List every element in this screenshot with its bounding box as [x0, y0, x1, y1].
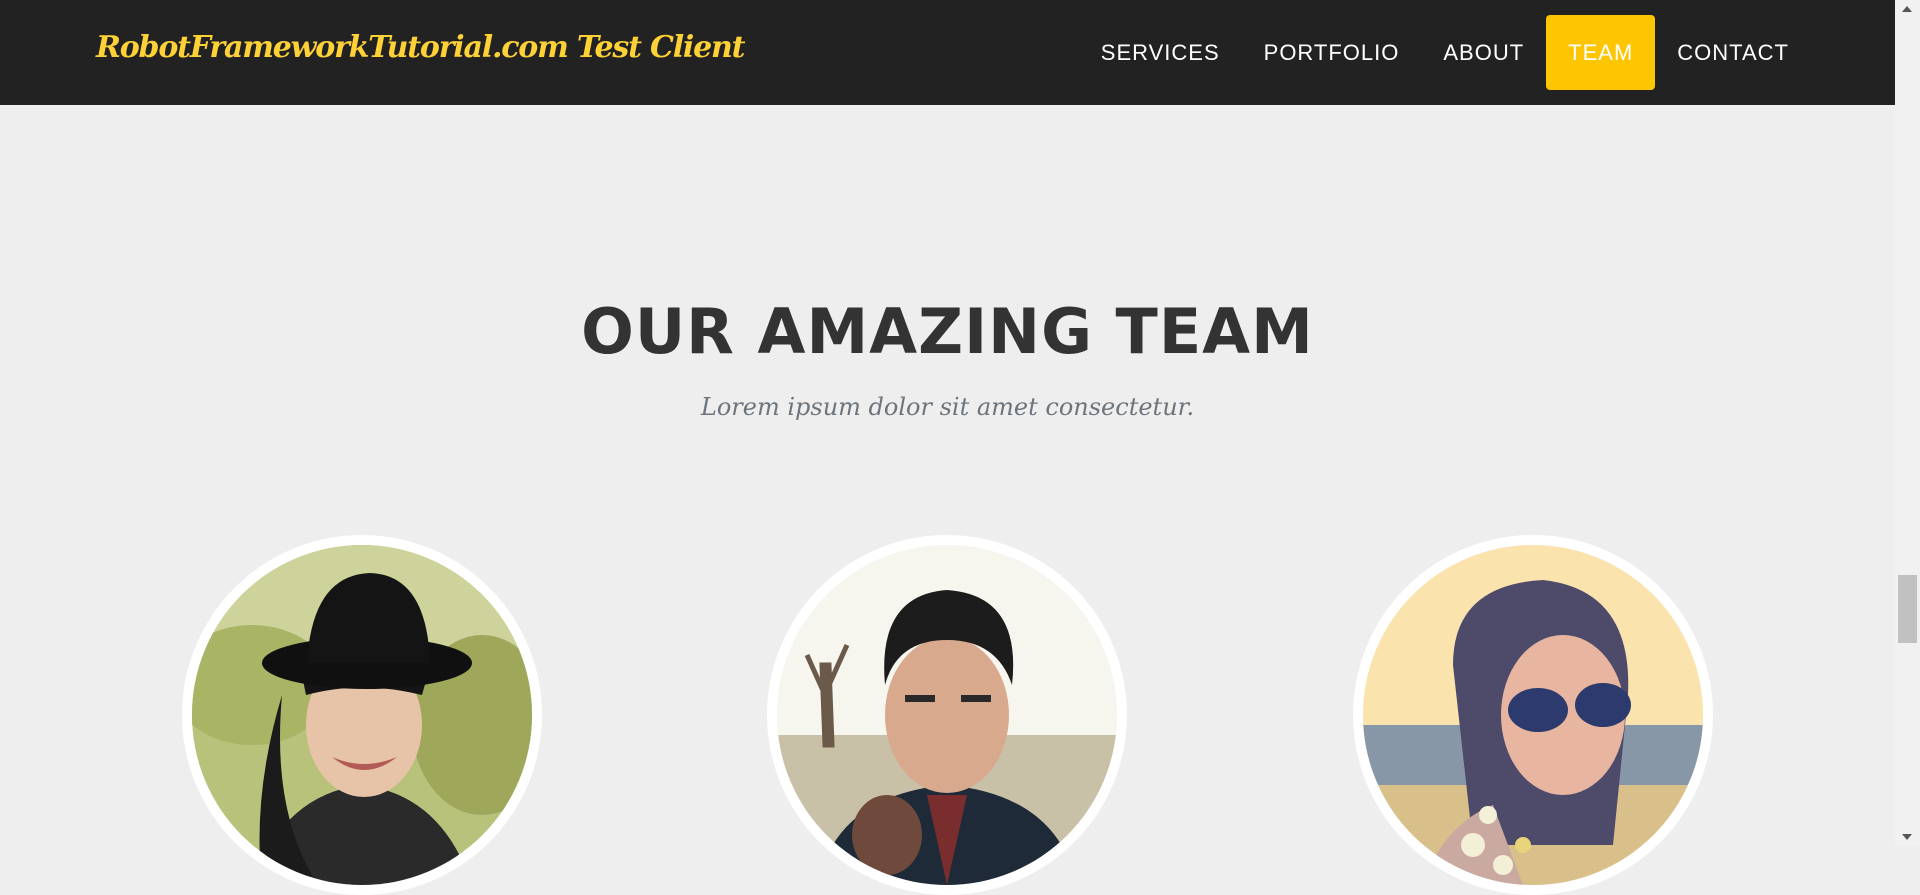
nav-item-services[interactable]: Services [1079, 15, 1242, 90]
scroll-up-arrow-icon[interactable] [1902, 6, 1912, 12]
scroll-down-arrow-icon[interactable] [1902, 834, 1912, 840]
team-member-photo[interactable] [767, 535, 1127, 895]
vertical-scrollbar[interactable] [1895, 0, 1920, 846]
nav-item-team[interactable]: Team [1546, 15, 1656, 90]
nav-menu: Services Portfolio About Team Contact [1079, 15, 1811, 90]
scrollbar-thumb[interactable] [1898, 575, 1917, 643]
brand-link[interactable]: RobotFrameworkTutorial.com Test Client [96, 30, 745, 65]
navbar: RobotFrameworkTutorial.com Test Client S… [0, 0, 1895, 105]
section-subheading: Lorem ipsum dolor sit amet consectetur. [700, 393, 1195, 421]
nav-item-contact[interactable]: Contact [1655, 15, 1811, 90]
team-member-photo[interactable] [182, 535, 542, 895]
section-heading: OUR AMAZING TEAM [581, 295, 1314, 368]
nav-item-about[interactable]: About [1421, 15, 1546, 90]
nav-item-portfolio[interactable]: Portfolio [1242, 15, 1422, 90]
team-member-photo[interactable] [1353, 535, 1713, 895]
